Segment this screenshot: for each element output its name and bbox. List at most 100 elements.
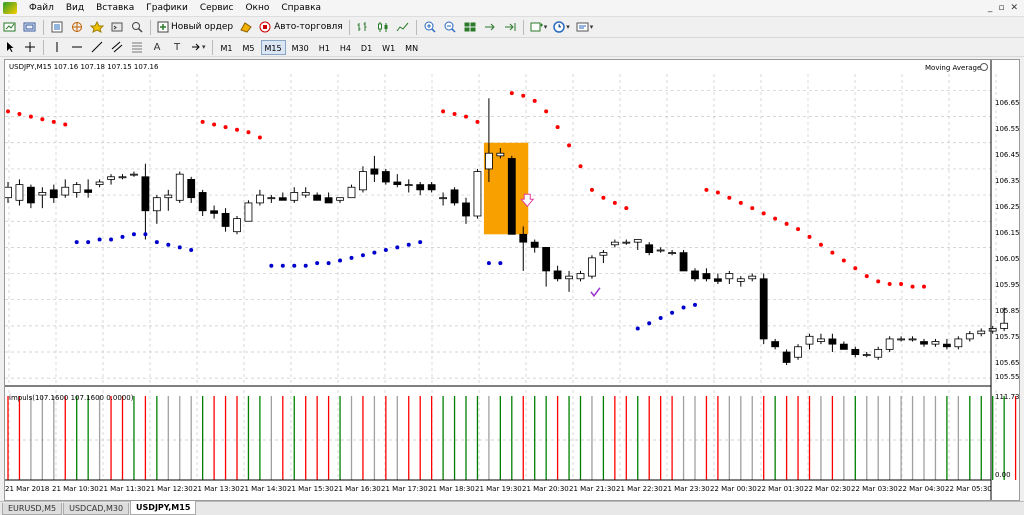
time-scale[interactable]: 21 Mar 2018 21 Mar 10:30 21 Mar 11:30 21… — [5, 485, 992, 493]
metaeditor-icon[interactable] — [237, 19, 255, 36]
sar-dot-lower — [86, 240, 91, 245]
sar-dot-upper — [796, 227, 801, 232]
indicator-label[interactable]: Moving Average — [925, 64, 981, 72]
tab-eurusd-m5[interactable]: EURUSD,M5 — [2, 503, 63, 515]
candle-body-bearish — [782, 351, 791, 363]
menu-view[interactable]: Вид — [60, 0, 90, 17]
trendline-icon[interactable] — [88, 39, 106, 56]
candle — [175, 171, 184, 203]
sar-dot-lower — [498, 261, 503, 266]
candle-body-bullish — [130, 173, 138, 176]
sar-dot-lower — [326, 261, 331, 266]
candle-body-bearish — [839, 343, 848, 350]
time-label: 21 Mar 15:30 — [287, 485, 334, 493]
chart-window[interactable]: USDJPY,M15 107.16 107.18 107.15 107.16 M… — [4, 59, 1020, 501]
bar-chart-icon[interactable] — [354, 19, 372, 36]
cursor-icon[interactable] — [1, 39, 19, 56]
candle — [851, 346, 860, 358]
timeframe-m1[interactable]: M1 — [217, 40, 237, 55]
market-watch-icon[interactable] — [48, 19, 66, 36]
candle-body-bullish — [794, 346, 802, 358]
equidistant-channel-icon[interactable] — [108, 39, 126, 56]
menu-help[interactable]: Справка — [275, 0, 327, 17]
candle — [943, 338, 951, 350]
profiles-button[interactable] — [21, 19, 39, 36]
candle-body-bullish — [290, 192, 299, 201]
candle — [862, 352, 871, 358]
text-tool-button[interactable]: A — [148, 39, 166, 56]
candle-body-bullish — [255, 194, 264, 204]
candle-body-bearish — [416, 184, 425, 191]
timeframe-mn[interactable]: MN — [401, 40, 422, 55]
tab-usdcad-m30[interactable]: USDCAD,M30 — [63, 503, 130, 515]
templates-icon[interactable]: ▾ — [574, 19, 596, 36]
sar-dot-upper — [441, 109, 446, 114]
menu-tools[interactable]: Сервис — [194, 0, 240, 17]
price-label: 106.65 — [995, 99, 1019, 107]
horizontal-line-icon[interactable] — [68, 39, 86, 56]
restore-button[interactable]: ▫ — [998, 3, 1004, 13]
tab-usdjpy-m15[interactable]: USDJPY,M15 — [130, 501, 197, 515]
zoom-out-icon[interactable] — [441, 19, 459, 36]
candle — [565, 270, 573, 292]
time-label: 21 Mar 10:30 — [52, 485, 99, 493]
timeframe-h1[interactable]: H1 — [315, 40, 334, 55]
candle-body-bullish — [610, 241, 619, 246]
sar-dot-upper — [589, 187, 594, 192]
chart-header: USDJPY,M15 107.16 107.18 107.15 107.16 — [9, 63, 159, 71]
candle — [736, 276, 745, 287]
chart-shift-icon[interactable] — [481, 19, 499, 36]
menu-window[interactable]: Окно — [239, 0, 275, 17]
chart-canvas[interactable]: USDJPY,M15 107.16 107.18 107.15 107.16 M… — [5, 60, 1019, 500]
candle-body-bullish — [233, 218, 241, 233]
terminal-icon[interactable] — [108, 19, 126, 36]
menu-charts[interactable]: Графики — [140, 0, 194, 17]
fibonacci-icon[interactable] — [128, 39, 146, 56]
periods-icon[interactable]: ▾ — [551, 19, 572, 36]
sar-dot-upper — [853, 266, 858, 271]
subwindow-min-label: 0.00 — [995, 471, 1011, 479]
menu-insert[interactable]: Вставка — [90, 0, 140, 17]
timeframe-w1[interactable]: W1 — [378, 40, 399, 55]
timeframe-d1[interactable]: D1 — [357, 40, 376, 55]
toolbar-separator — [43, 19, 44, 35]
new-chart-button[interactable] — [1, 19, 19, 36]
new-order-button[interactable]: Новый ордер — [155, 19, 235, 36]
line-chart-icon[interactable] — [394, 19, 412, 36]
strategy-tester-icon[interactable] — [128, 19, 146, 36]
vertical-line-icon[interactable] — [48, 39, 66, 56]
candle — [588, 255, 596, 279]
text-label-tool-button[interactable]: T — [168, 39, 186, 56]
candle — [633, 239, 642, 250]
sar-dot-upper — [257, 135, 262, 140]
timeframe-m15[interactable]: M15 — [260, 39, 286, 55]
zoom-in-icon[interactable] — [421, 19, 439, 36]
minimize-button[interactable]: _ — [988, 3, 993, 13]
data-window-icon[interactable] — [68, 19, 86, 36]
auto-scroll-icon[interactable] — [501, 19, 519, 36]
menu-file[interactable]: Файл — [23, 0, 60, 17]
sar-dot-upper — [567, 143, 572, 148]
indicator-close-icon[interactable] — [980, 63, 988, 71]
arrows-icon[interactable]: ▾ — [188, 39, 208, 56]
timeframe-h4[interactable]: H4 — [336, 40, 355, 55]
candle — [748, 273, 757, 282]
navigator-icon[interactable] — [88, 19, 106, 36]
timeframe-m30[interactable]: M30 — [288, 40, 313, 55]
sar-dot-lower — [74, 240, 79, 245]
indicators-icon[interactable]: ▾ — [528, 19, 550, 36]
time-label: 21 Mar 18:30 — [428, 485, 475, 493]
auto-trading-button[interactable]: Авто-торговля — [257, 19, 345, 36]
candlestick-chart-icon[interactable] — [374, 19, 392, 36]
candle-body-bullish — [5, 186, 12, 199]
window-controls: _ ▫ ✕ — [988, 3, 1024, 13]
candle — [278, 192, 287, 201]
sar-dot-lower — [681, 305, 686, 310]
close-button[interactable]: ✕ — [1010, 3, 1018, 13]
timeframe-m5[interactable]: M5 — [239, 40, 259, 55]
candle — [118, 174, 127, 180]
sar-dot-upper — [40, 117, 45, 122]
sar-dot-lower — [360, 253, 365, 258]
crosshair-icon[interactable] — [21, 39, 39, 56]
tile-windows-icon[interactable] — [461, 19, 479, 36]
